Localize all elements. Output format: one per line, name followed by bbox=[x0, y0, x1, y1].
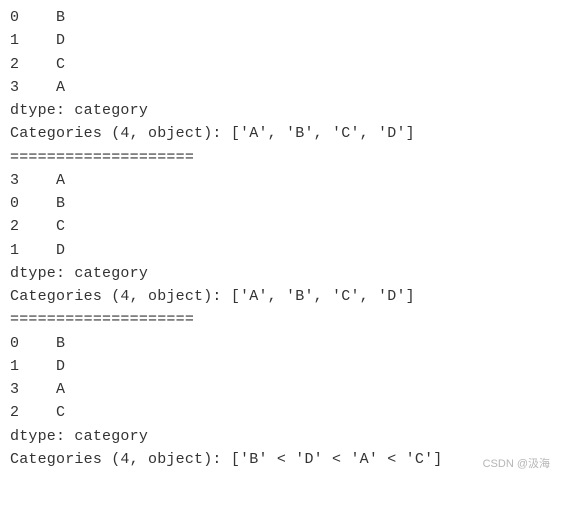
row-index: 3 bbox=[10, 381, 19, 398]
dtype-line: dtype: category bbox=[10, 425, 552, 448]
series-row: 3 A bbox=[10, 378, 552, 401]
row-value: C bbox=[56, 218, 65, 235]
row-index: 0 bbox=[10, 195, 19, 212]
series-row: 1 D bbox=[10, 355, 552, 378]
separator: ==================== bbox=[10, 308, 552, 331]
row-value: A bbox=[56, 79, 65, 96]
row-index: 0 bbox=[10, 9, 19, 26]
row-value: C bbox=[56, 404, 65, 421]
categories-line: Categories (4, object): ['A', 'B', 'C', … bbox=[10, 122, 552, 145]
categories-line: Categories (4, object): ['A', 'B', 'C', … bbox=[10, 285, 552, 308]
series-row: 0 B bbox=[10, 192, 552, 215]
row-index: 0 bbox=[10, 335, 19, 352]
series-row: 2 C bbox=[10, 215, 552, 238]
row-value: B bbox=[56, 9, 65, 26]
row-index: 2 bbox=[10, 56, 19, 73]
row-index: 3 bbox=[10, 172, 19, 189]
separator: ==================== bbox=[10, 146, 552, 169]
row-value: D bbox=[56, 358, 65, 375]
row-value: A bbox=[56, 381, 65, 398]
row-value: D bbox=[56, 32, 65, 49]
row-index: 1 bbox=[10, 358, 19, 375]
row-value: B bbox=[56, 195, 65, 212]
categories-line: Categories (4, object): ['B' < 'D' < 'A'… bbox=[10, 448, 552, 471]
series-row: 2 C bbox=[10, 401, 552, 424]
series-row: 0 B bbox=[10, 332, 552, 355]
row-value: D bbox=[56, 242, 65, 259]
row-value: C bbox=[56, 56, 65, 73]
row-index: 3 bbox=[10, 79, 19, 96]
series-row: 1 D bbox=[10, 29, 552, 52]
row-value: B bbox=[56, 335, 65, 352]
series-row: 3 A bbox=[10, 169, 552, 192]
series-row: 1 D bbox=[10, 239, 552, 262]
series-row: 0 B bbox=[10, 6, 552, 29]
series-row: 3 A bbox=[10, 76, 552, 99]
row-index: 1 bbox=[10, 242, 19, 259]
watermark: CSDN @汲海 bbox=[483, 456, 550, 473]
dtype-line: dtype: category bbox=[10, 262, 552, 285]
series-row: 2 C bbox=[10, 53, 552, 76]
dtype-line: dtype: category bbox=[10, 99, 552, 122]
row-index: 1 bbox=[10, 32, 19, 49]
row-value: A bbox=[56, 172, 65, 189]
row-index: 2 bbox=[10, 218, 19, 235]
row-index: 2 bbox=[10, 404, 19, 421]
